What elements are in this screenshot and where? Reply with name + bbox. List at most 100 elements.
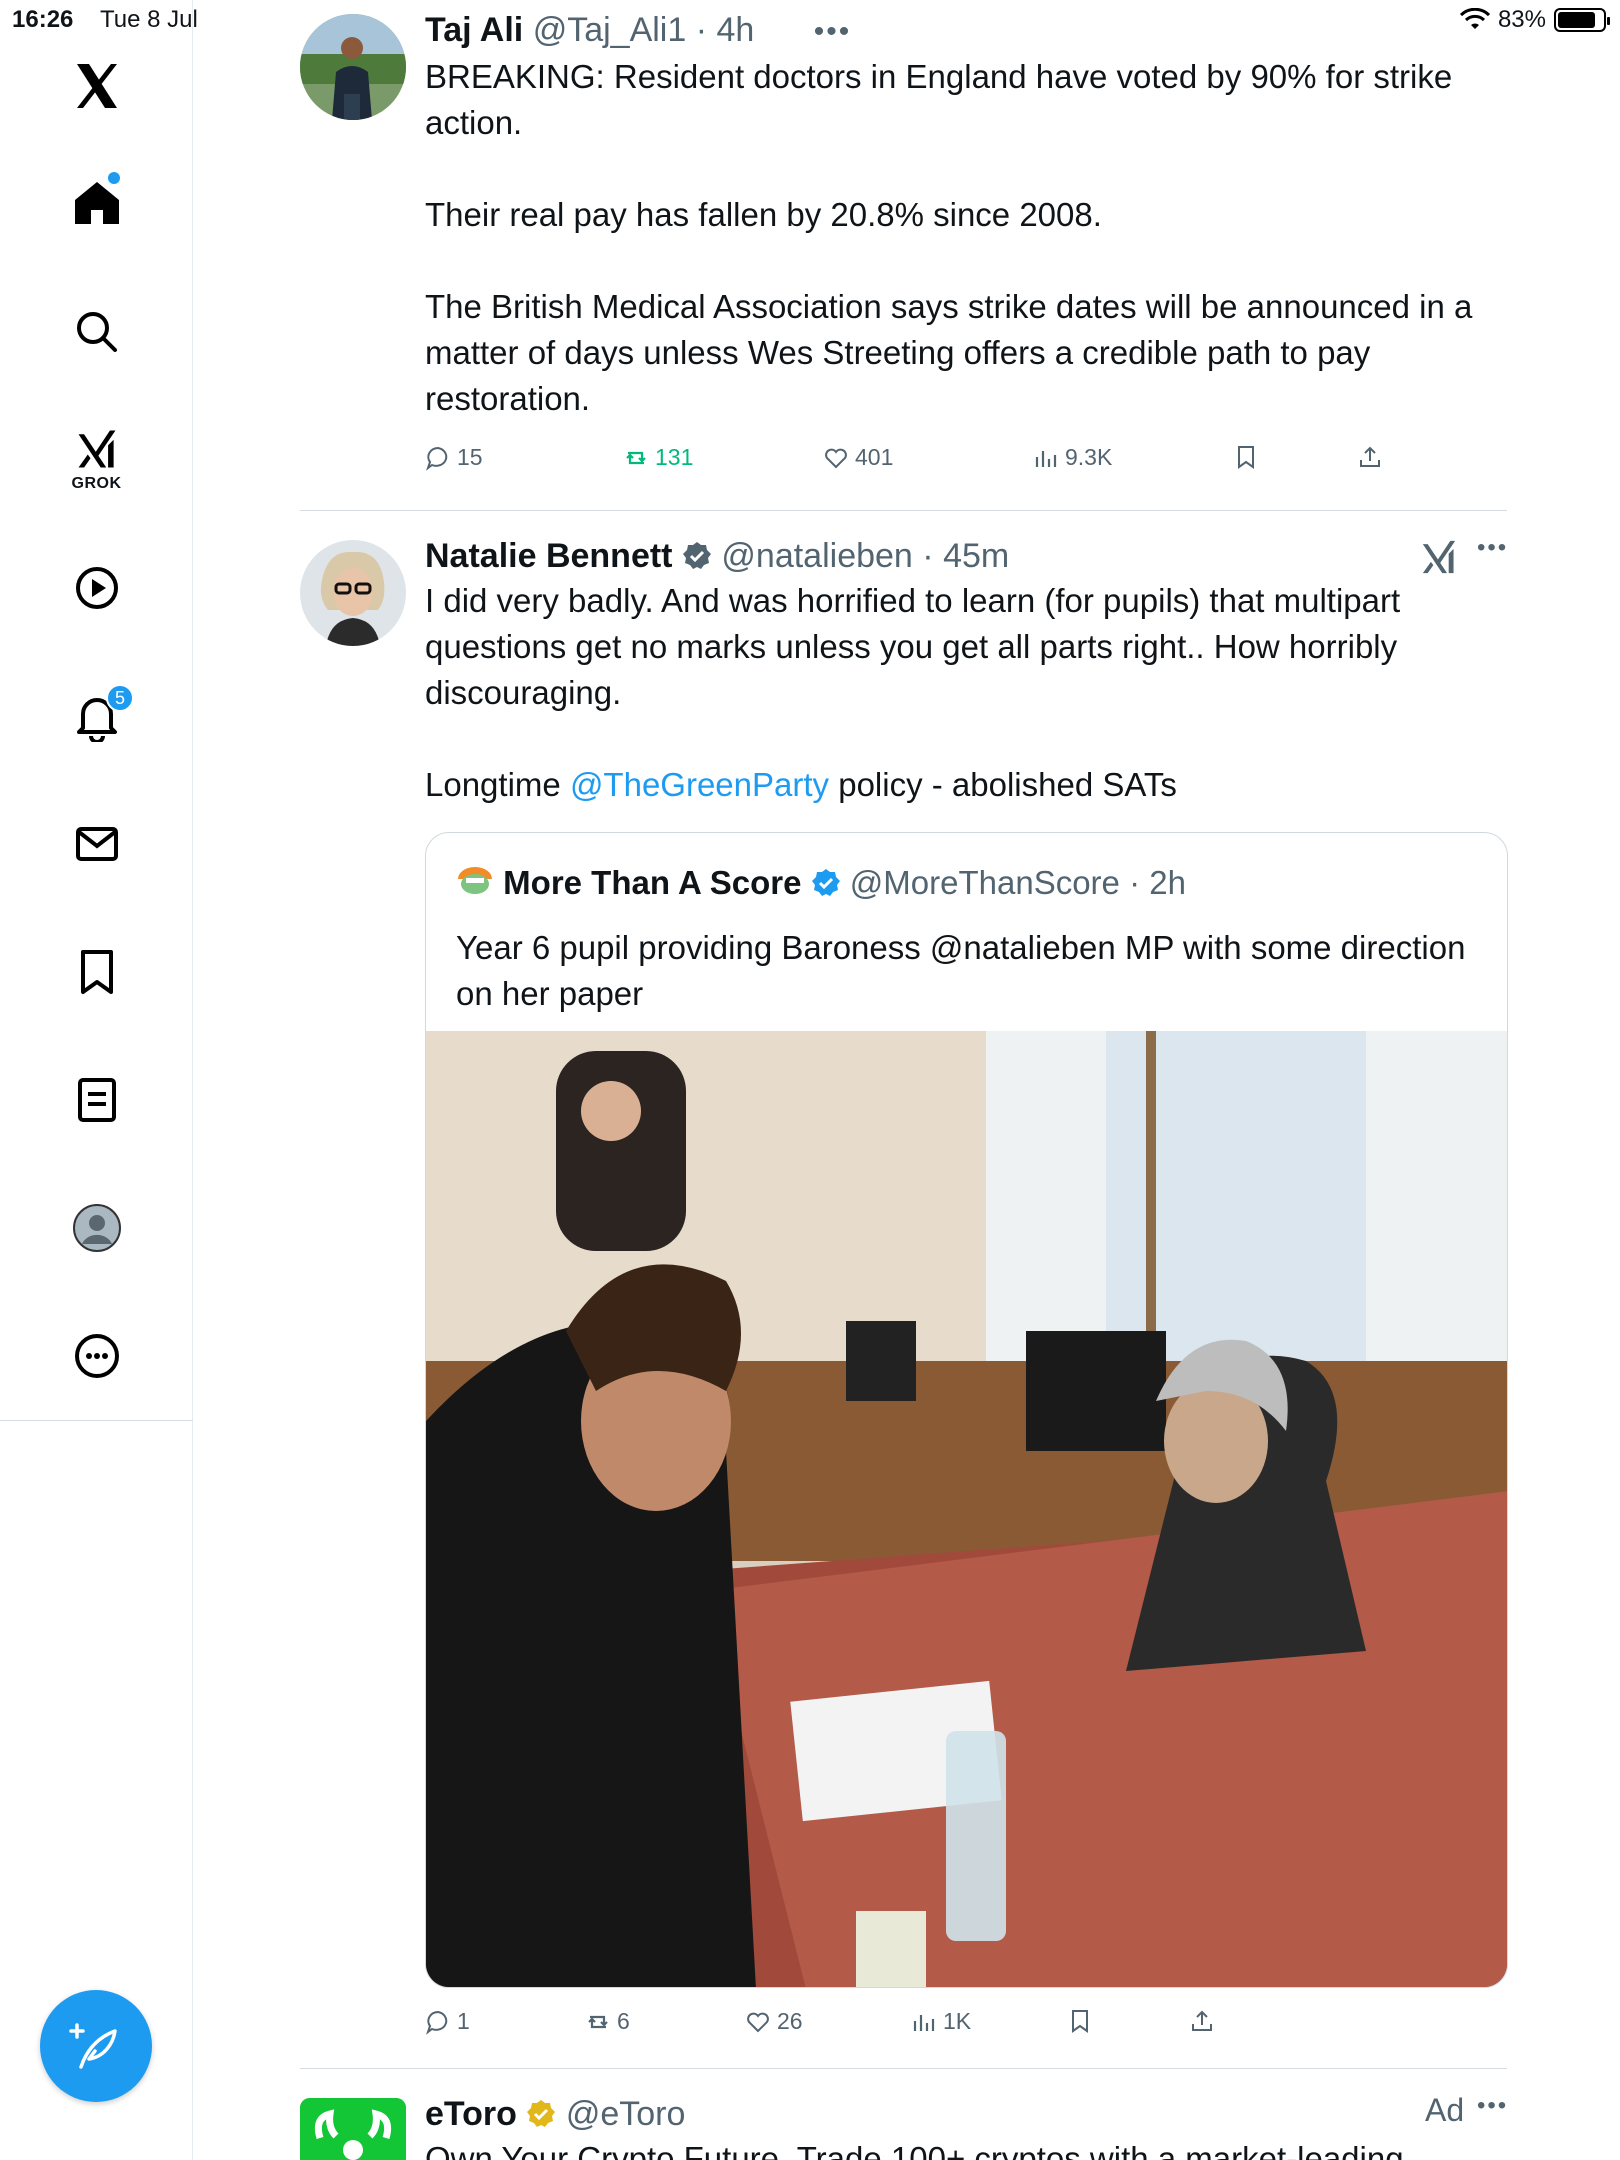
quote-author-name[interactable]: More Than A Score <box>503 864 801 901</box>
tweet-time[interactable]: · 4h <box>696 11 755 49</box>
grok-label: GROK <box>71 475 122 492</box>
author-name[interactable]: eToro <box>425 2095 517 2133</box>
reply-button[interactable]: 1 <box>425 2008 470 2035</box>
sidebar-divider <box>0 1420 193 1421</box>
repost-button[interactable]: 131 <box>623 444 693 471</box>
nav-home[interactable] <box>0 172 193 228</box>
tweet-ad[interactable]: eToro @eToro Ad ••• Own Your Crypto Futu… <box>300 2092 1507 2160</box>
reply-icon <box>426 446 448 471</box>
grok-icon <box>78 430 115 468</box>
more-options-icon[interactable]: ••• <box>814 15 852 48</box>
tweet-header: Natalie Bennett @natalieben · 45m <box>425 534 1507 578</box>
view-count: 9.3K <box>1065 444 1113 470</box>
tweet-paragraph: Their real pay has fallen by 20.8% since… <box>425 196 1102 233</box>
share-button[interactable] <box>1189 2008 1215 2034</box>
x-logo[interactable] <box>0 60 193 112</box>
nav-messages[interactable] <box>0 818 193 870</box>
author-handle[interactable]: @natalieben <box>721 537 912 575</box>
repost-icon <box>626 451 646 464</box>
avatar[interactable] <box>300 2098 406 2160</box>
tweet-header: Taj Ali @Taj_Ali1 · 4h ••• <box>425 8 1507 54</box>
views-icon <box>1035 450 1057 467</box>
author-handle[interactable]: @Taj_Ali1 <box>533 11 687 49</box>
quote-time: · 2h <box>1129 864 1186 901</box>
like-count: 401 <box>855 444 894 470</box>
bookmark-button[interactable] <box>1233 444 1259 470</box>
view-count: 1K <box>943 2008 972 2034</box>
nav-explore[interactable] <box>0 306 193 358</box>
quote-tweet[interactable]: More Than A Score @MoreThanScore · 2h Ye… <box>425 832 1508 1988</box>
share-button[interactable] <box>1357 444 1383 470</box>
bookmark-button[interactable] <box>1067 2008 1093 2034</box>
nav-profile[interactable] <box>0 1202 193 1254</box>
mention-link[interactable]: @TheGreenParty <box>570 766 829 803</box>
more-circle-icon <box>74 1334 119 1378</box>
nav-bookmarks[interactable] <box>0 946 193 998</box>
author-handle[interactable]: @eToro <box>566 2095 686 2133</box>
nav-video[interactable] <box>0 562 193 614</box>
avatar[interactable] <box>300 540 406 646</box>
author-name[interactable]: Natalie Bennett <box>425 537 673 575</box>
tweet-actions: 1 6 26 1K <box>425 2008 1425 2048</box>
tweet-paragraph <box>425 238 1507 284</box>
avatar-photo <box>300 14 406 120</box>
repost-icon <box>588 2015 608 2028</box>
reply-count: 15 <box>457 444 483 470</box>
like-button[interactable]: 401 <box>823 444 893 471</box>
tweet-text: Own Your Crypto Future. Trade 100+ crypt… <box>425 2140 1404 2160</box>
list-icon <box>77 1078 116 1122</box>
x-logo-icon <box>76 64 117 108</box>
classroom-photo <box>426 1031 1507 1987</box>
repost-count: 6 <box>617 2008 630 2034</box>
quote-header: More Than A Score @MoreThanScore · 2h <box>456 861 1186 905</box>
home-unread-dot <box>108 172 120 184</box>
quote-text: Year 6 pupil providing Baroness @natalie… <box>456 929 1466 1012</box>
tweet-divider <box>300 2068 1507 2069</box>
quote-photo[interactable] <box>426 1031 1507 1987</box>
tweet-time[interactable]: · 45m <box>922 537 1009 575</box>
reply-button[interactable]: 15 <box>425 444 483 471</box>
tweet-paragraph <box>425 146 1507 192</box>
nav-notifications[interactable]: 5 <box>0 684 193 742</box>
tweet-divider <box>300 510 1507 511</box>
tweet-text: BREAKING: Resident doctors in England ha… <box>425 54 1507 422</box>
verified-gold-badge-icon <box>527 2100 556 2127</box>
bookmark-icon <box>1238 446 1254 469</box>
tweet[interactable]: Taj Ali @Taj_Ali1 · 4h ••• BREAKING: Res… <box>300 11 1507 494</box>
share-icon <box>1360 446 1380 467</box>
tweet-paragraph: BREAKING: Resident doctors in England ha… <box>425 58 1453 141</box>
views-button[interactable]: 9.3K <box>1033 444 1112 471</box>
mail-icon <box>75 827 118 861</box>
avatar[interactable] <box>300 14 406 120</box>
verified-badge-icon <box>682 542 711 569</box>
etoro-logo-icon <box>300 2098 406 2160</box>
tweet-paragraph: Longtime @TheGreenParty policy - abolish… <box>425 762 1507 808</box>
sidebar: GROK 5 <box>0 0 193 2160</box>
reply-count: 1 <box>457 2008 470 2034</box>
compose-button[interactable] <box>40 1990 152 2102</box>
search-icon <box>76 312 117 352</box>
views-button[interactable]: 1K <box>911 2008 971 2035</box>
repost-button[interactable]: 6 <box>585 2008 630 2035</box>
heart-icon <box>825 448 847 468</box>
avatar-icon <box>72 1204 121 1252</box>
more-options-icon[interactable]: ••• <box>1477 534 1508 562</box>
reply-icon <box>426 2010 448 2035</box>
like-button[interactable]: 26 <box>745 2008 803 2035</box>
like-count: 26 <box>777 2008 803 2034</box>
quote-avatar <box>458 867 492 894</box>
tweet-text-pre: Longtime <box>425 766 570 803</box>
more-options-icon[interactable]: ••• <box>1477 2092 1508 2120</box>
bookmark-icon <box>80 950 113 994</box>
grok-icon[interactable] <box>1418 536 1460 578</box>
author-name[interactable]: Taj Ali <box>425 11 523 49</box>
nav-grok[interactable]: GROK <box>0 425 193 493</box>
tweet-header: eToro @eToro <box>425 2092 1507 2136</box>
tweet-text: I did very badly. And was horrified to l… <box>425 578 1507 808</box>
nav-lists[interactable] <box>0 1074 193 1126</box>
timeline: Taj Ali @Taj_Ali1 · 4h ••• BREAKING: Res… <box>193 0 1620 2160</box>
play-icon <box>75 567 118 609</box>
nav-more[interactable] <box>0 1330 193 1382</box>
quote-author-handle[interactable]: @MoreThanScore <box>850 864 1120 901</box>
tweet-paragraph: I did very badly. And was horrified to l… <box>425 582 1401 711</box>
